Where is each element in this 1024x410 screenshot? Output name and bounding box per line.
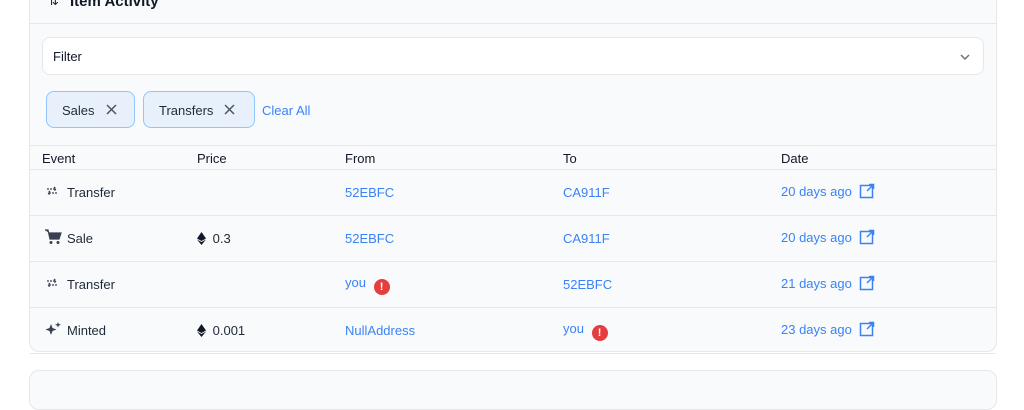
from-address-link[interactable]: 52EBFC: [345, 185, 394, 200]
panel-title: Item Activity: [70, 0, 159, 10]
close-icon[interactable]: [223, 103, 236, 119]
from-address-link[interactable]: NullAddress: [345, 323, 415, 338]
sparkle-icon: [44, 321, 62, 340]
warning-icon: !: [373, 279, 390, 295]
table-row: Minted 0.001 NullAddress you ! 23 days a…: [30, 308, 996, 354]
chevron-down-icon: [959, 50, 971, 68]
table-row: Sale 0.3 52EBFC CA911F 20 days ago: [30, 216, 996, 262]
external-link-icon[interactable]: [859, 229, 875, 248]
cart-icon: [44, 229, 62, 248]
col-header-date: Date: [781, 151, 809, 166]
price-value: 0.001: [212, 323, 246, 338]
date-link[interactable]: 20 days ago: [781, 183, 875, 202]
col-header-from: From: [345, 151, 376, 166]
panel-header[interactable]: ⇅ Item Activity: [30, 0, 996, 24]
date-label: 20 days ago: [781, 184, 852, 199]
transfer-icon: [44, 183, 60, 202]
external-link-icon[interactable]: [859, 321, 875, 340]
col-header-price: Price: [197, 151, 227, 166]
to-address-link[interactable]: 52EBFC: [563, 277, 612, 292]
table-row: Transfer 52EBFC CA911F 20 days ago: [30, 170, 996, 216]
eth-icon: [197, 323, 210, 338]
col-header-to: To: [563, 151, 577, 166]
filter-label: Filter: [53, 49, 82, 64]
to-address-link[interactable]: CA911F: [563, 185, 610, 200]
event-name: Transfer: [67, 185, 115, 200]
event-name: Minted: [67, 323, 107, 338]
to-address-link[interactable]: you: [563, 321, 584, 336]
item-activity-panel: ⇅ Item Activity Filter Sales Transfers C…: [29, 0, 997, 354]
from-address-link[interactable]: 52EBFC: [345, 231, 394, 246]
table-row: Transfer you ! 52EBFC 21 days ago: [30, 262, 996, 308]
col-header-event: Event: [42, 151, 76, 166]
from-cell: you !: [345, 275, 390, 295]
date-label: 20 days ago: [781, 230, 852, 245]
date-link[interactable]: 20 days ago: [781, 229, 875, 248]
table-header: Event Price From To Date: [30, 145, 996, 170]
warning-icon: !: [591, 325, 608, 341]
to-address-link[interactable]: CA911F: [563, 231, 610, 246]
event-name: Sale: [67, 231, 94, 246]
filter-chip-sales[interactable]: Sales: [46, 91, 135, 128]
close-icon[interactable]: [105, 103, 118, 119]
date-link[interactable]: 23 days ago: [781, 321, 875, 340]
external-link-icon[interactable]: [859, 275, 875, 294]
chip-label: Transfers: [159, 103, 214, 118]
external-link-icon[interactable]: [859, 183, 875, 202]
to-cell: you !: [563, 321, 608, 341]
date-link[interactable]: 21 days ago: [781, 275, 875, 294]
from-address-link[interactable]: you: [345, 275, 366, 290]
clear-all-link[interactable]: Clear All: [262, 103, 310, 118]
price-cell: 0.3: [197, 231, 231, 246]
filter-chip-transfers[interactable]: Transfers: [143, 91, 255, 128]
price-cell: 0.001: [197, 323, 245, 338]
date-label: 23 days ago: [781, 322, 852, 337]
date-label: 21 days ago: [781, 276, 852, 291]
event-name: Transfer: [67, 277, 115, 292]
swap-vertical-icon: ⇅: [48, 0, 59, 8]
chip-label: Sales: [62, 103, 95, 118]
transfer-icon: [44, 275, 60, 294]
next-panel: [29, 370, 997, 410]
eth-icon: [197, 231, 210, 246]
price-value: 0.3: [212, 231, 231, 246]
filter-dropdown[interactable]: Filter: [42, 37, 984, 75]
